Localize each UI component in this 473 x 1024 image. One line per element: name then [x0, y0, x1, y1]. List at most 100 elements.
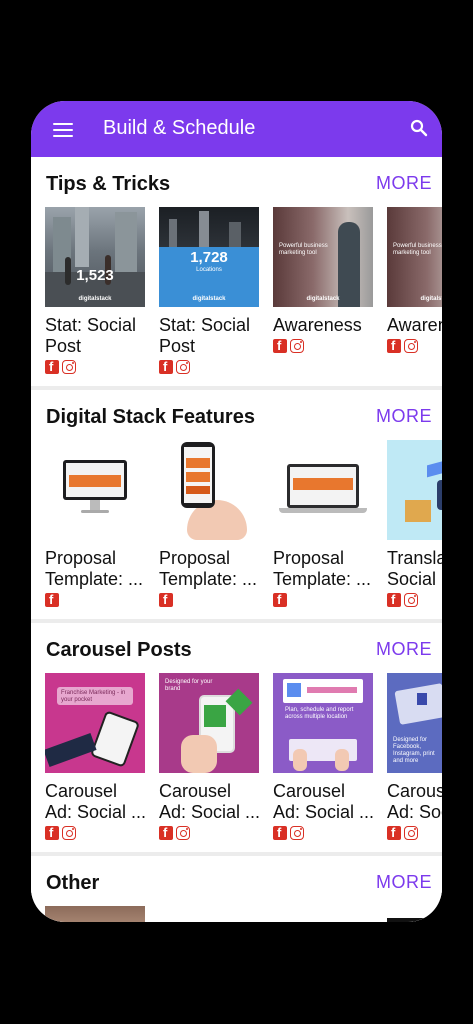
- card-title-line1: Carousel: [273, 781, 346, 801]
- post-card[interactable]: Plan, schedule and report across multipl…: [273, 673, 373, 840]
- facebook-icon: [273, 825, 287, 840]
- thumb-brand: digitalstack: [78, 296, 112, 302]
- search-icon[interactable]: [410, 119, 428, 137]
- card-title-line2: Template: ...: [45, 569, 144, 589]
- card-title-line1: Stat: Social: [159, 315, 251, 335]
- section-digital-stack-features: Digital Stack Features MORE Proposal Tem…: [31, 390, 442, 619]
- thumb-text: Designed for Facebook, Instagram, print …: [393, 737, 435, 764]
- section-carousel-posts: Carousel Posts MORE Franchise Marketing …: [31, 623, 442, 852]
- card-title-line1: Carousel: [45, 781, 118, 801]
- facebook-icon: [387, 825, 401, 840]
- facebook-icon: [273, 338, 287, 353]
- card-title-line1: Stat: Social: [45, 315, 137, 335]
- section-title: Carousel Posts: [46, 639, 192, 661]
- card-title-line2: Template: ...: [273, 569, 372, 589]
- section-title: Tips & Tricks: [46, 173, 171, 195]
- facebook-icon: [45, 359, 59, 374]
- post-card[interactable]: 1,523 digitalstack Stat: Social Post: [45, 207, 145, 374]
- content-scroll[interactable]: Tips & Tricks MORE 1,523 digitalstack St…: [31, 157, 442, 922]
- instagram-icon: [290, 826, 304, 840]
- instagram-icon: [404, 826, 418, 840]
- card-title-line2: Ad: Social ...: [159, 802, 259, 822]
- card-title-line1: Carousel: [159, 781, 232, 801]
- post-card[interactable]: Proposal Template: ...: [273, 440, 373, 607]
- card-title-line1: Proposal: [159, 548, 231, 568]
- instagram-icon: [404, 593, 418, 607]
- app-title: Build & Schedule: [103, 117, 256, 139]
- section-title: Digital Stack Features: [46, 406, 255, 428]
- post-card[interactable]: Powerful business marketing tool digital…: [273, 207, 373, 353]
- instagram-icon: [176, 360, 190, 374]
- card-title-line1: Translations: [387, 548, 442, 568]
- post-thumbnail: 1,728 Locations digitalstack: [159, 207, 259, 307]
- thumb-number: 1,728: [190, 249, 228, 266]
- thumb-text: Franchise Marketing - in your pocket: [61, 690, 126, 703]
- post-card[interactable]: Translations Social: [387, 440, 442, 607]
- post-thumbnail[interactable]: [45, 906, 145, 922]
- post-card[interactable]: Designed for Facebook, Instagram, print …: [387, 673, 442, 840]
- post-thumbnail: Designed for Facebook, Instagram, print …: [387, 673, 442, 773]
- post-thumbnail: [273, 440, 373, 540]
- more-button[interactable]: MORE: [376, 406, 432, 427]
- post-card[interactable]: 1,728 Locations digitalstack Stat: Socia…: [159, 207, 259, 374]
- section-other: Other MORE: [31, 856, 442, 922]
- thumb-number: 1,523: [76, 267, 114, 284]
- facebook-icon: [159, 592, 173, 607]
- card-title-line2: Ad: Social ...: [387, 802, 442, 822]
- card-title-line1: Proposal: [45, 548, 117, 568]
- card-title-line2: Social: [387, 569, 437, 589]
- post-card[interactable]: Designed for your brand Carousel Ad: Soc…: [159, 673, 259, 840]
- post-thumbnail: [159, 440, 259, 540]
- app-bar: Build & Schedule: [31, 101, 442, 157]
- post-thumbnail: [387, 440, 442, 540]
- facebook-icon: [159, 359, 173, 374]
- instagram-icon: [62, 826, 76, 840]
- facebook-icon: [159, 825, 173, 840]
- card-title-line1: Carousel: [387, 781, 442, 801]
- hamburger-menu-icon[interactable]: [53, 123, 73, 137]
- post-thumbnail[interactable]: [387, 918, 427, 922]
- facebook-icon: [387, 592, 401, 607]
- thumb-text: Powerful business marketing tool: [393, 243, 442, 256]
- card-title-line1: Awareness: [387, 315, 442, 335]
- thumb-text: Designed for your brand: [165, 679, 213, 692]
- thumb-text: Plan, schedule and report across multipl…: [285, 707, 354, 720]
- more-button[interactable]: MORE: [376, 639, 432, 660]
- post-thumbnail: 1,523 digitalstack: [45, 207, 145, 307]
- instagram-icon: [62, 360, 76, 374]
- thumb-text: Powerful business marketing tool: [279, 243, 328, 256]
- section-tips-tricks: Tips & Tricks MORE 1,523 digitalstack St…: [31, 157, 442, 386]
- instagram-icon: [176, 826, 190, 840]
- thumb-brand: digitalstack: [420, 296, 442, 302]
- card-title-line2: Ad: Social ...: [45, 802, 145, 822]
- post-card[interactable]: Proposal Template: ...: [159, 440, 259, 607]
- thumb-brand: digitalstack: [306, 296, 340, 302]
- post-card[interactable]: Franchise Marketing - in your pocket Car…: [45, 673, 145, 840]
- instagram-icon: [404, 339, 418, 353]
- post-thumbnail: [45, 440, 145, 540]
- post-thumbnail: Powerful business marketing tool digital…: [387, 207, 442, 307]
- card-title-line1: Proposal: [273, 548, 345, 568]
- phone-screen: Build & Schedule Tips & Tricks MORE 1,52…: [31, 101, 442, 922]
- facebook-icon: [273, 592, 287, 607]
- post-thumbnail: Powerful business marketing tool digital…: [273, 207, 373, 307]
- card-title-line2: Ad: Social ...: [273, 802, 373, 822]
- facebook-icon: [387, 338, 401, 353]
- card-title-line2: Post: [159, 336, 196, 356]
- section-title: Other: [46, 872, 100, 894]
- thumb-brand: digitalstack: [192, 296, 226, 302]
- card-title-line1: Awareness: [273, 315, 362, 335]
- facebook-icon: [45, 592, 59, 607]
- post-thumbnail: Plan, schedule and report across multipl…: [273, 673, 373, 773]
- post-thumbnail: Franchise Marketing - in your pocket: [45, 673, 145, 773]
- post-card[interactable]: Powerful business marketing tool digital…: [387, 207, 442, 353]
- facebook-icon: [45, 825, 59, 840]
- more-button[interactable]: MORE: [376, 872, 432, 893]
- card-title-line2: Post: [45, 336, 82, 356]
- post-card[interactable]: Proposal Template: ...: [45, 440, 145, 607]
- instagram-icon: [290, 339, 304, 353]
- card-title-line2: Template: ...: [159, 569, 258, 589]
- more-button[interactable]: MORE: [376, 173, 432, 194]
- post-thumbnail: Designed for your brand: [159, 673, 259, 773]
- thumb-label: Locations: [196, 267, 222, 273]
